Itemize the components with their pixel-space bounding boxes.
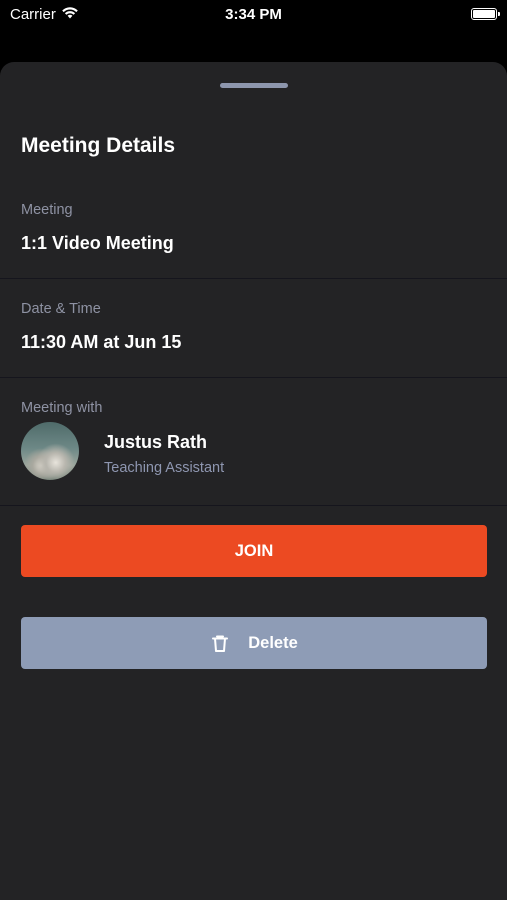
delete-button-label: Delete bbox=[248, 633, 298, 652]
join-button[interactable]: JOIN bbox=[21, 525, 487, 577]
avatar bbox=[21, 422, 79, 480]
meeting-with-section: Meeting with Justus Rath Teaching Assist… bbox=[0, 378, 507, 506]
meeting-details-sheet: Meeting Details Meeting 1:1 Video Meetin… bbox=[0, 62, 507, 900]
date-time-value: 11:30 AM at Jun 15 bbox=[21, 332, 182, 352]
person-name: Justus Rath bbox=[104, 432, 208, 452]
join-button-label: JOIN bbox=[234, 541, 274, 560]
date-time-section: Date & Time 11:30 AM at Jun 15 bbox=[0, 279, 507, 378]
battery-icon bbox=[471, 8, 500, 20]
date-time-label: Date & Time bbox=[21, 301, 101, 317]
carrier-label: Carrier bbox=[10, 5, 56, 23]
meeting-value: 1:1 Video Meeting bbox=[21, 233, 174, 253]
wifi-icon bbox=[61, 6, 79, 23]
meeting-label: Meeting bbox=[21, 202, 73, 218]
status-bar: Carrier 3:34 PM bbox=[0, 0, 507, 28]
person-role: Teaching Assistant bbox=[104, 460, 225, 476]
battery-level bbox=[473, 10, 495, 18]
meeting-section: Meeting 1:1 Video Meeting bbox=[0, 180, 507, 279]
sheet-grabber-handle[interactable] bbox=[220, 83, 288, 88]
delete-button[interactable]: Delete bbox=[21, 617, 487, 669]
sheet-title: Meeting Details bbox=[21, 134, 176, 157]
meeting-with-label: Meeting with bbox=[21, 400, 103, 416]
status-left: Carrier bbox=[10, 6, 79, 23]
trash-icon bbox=[210, 633, 230, 653]
